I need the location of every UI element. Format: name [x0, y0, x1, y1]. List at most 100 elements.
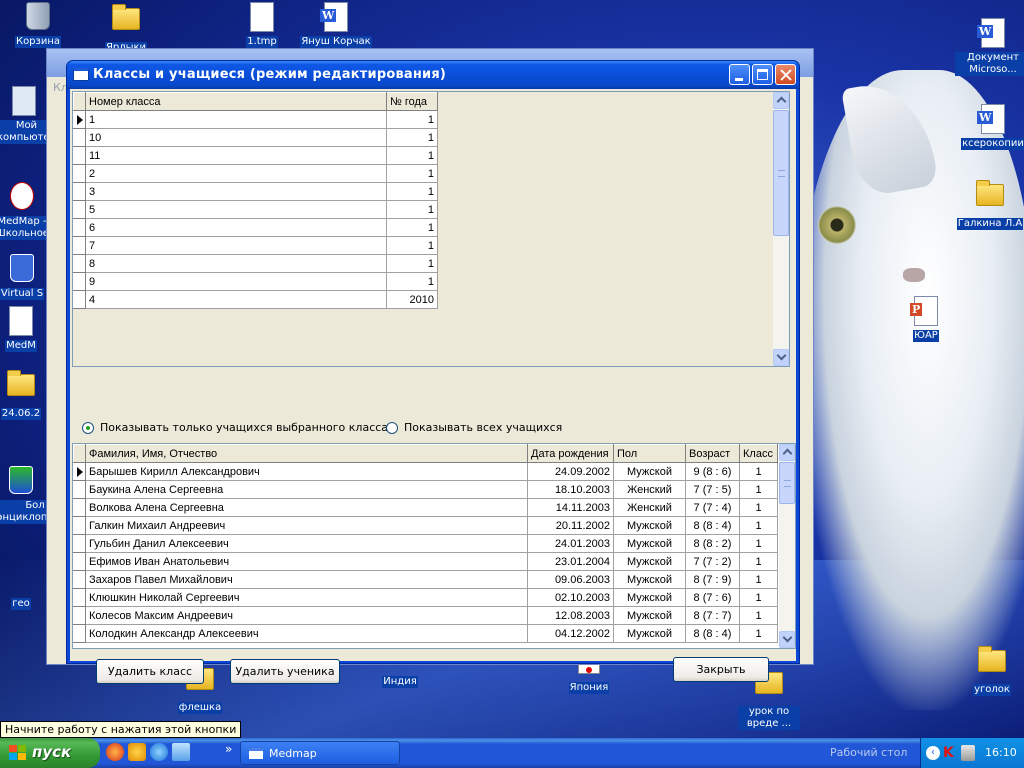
cell-year[interactable]: 1 — [386, 236, 438, 255]
cell-name[interactable]: Волкова Алена Сергеевна — [85, 498, 528, 517]
desktop-icon-india[interactable]: Индия — [362, 662, 438, 688]
cell-year[interactable]: 1 — [386, 200, 438, 219]
cell-name[interactable]: Баукина Алена Сергеевна — [85, 480, 528, 499]
classes-students-window[interactable]: Классы и учащиеся (режим редактирования)… — [66, 60, 800, 684]
cell-age[interactable]: 7 (7 : 4) — [685, 498, 740, 517]
cell-age[interactable]: 8 (8 : 2) — [685, 534, 740, 553]
desktop-icon-korczak[interactable]: W Януш Корчак — [298, 2, 374, 48]
cell-sex[interactable]: Мужской — [613, 552, 686, 571]
desktop-icon-tmp[interactable]: 1.tmp — [224, 2, 300, 48]
cell-year[interactable]: 1 — [386, 146, 438, 165]
table-row[interactable]: 10 1 — [73, 128, 438, 147]
scroll-thumb[interactable] — [773, 110, 789, 236]
cell-sex[interactable]: Мужской — [613, 606, 686, 625]
cell-name[interactable]: Галкин Михаил Андреевич — [85, 516, 528, 535]
cell-year[interactable]: 1 — [386, 182, 438, 201]
cell-class[interactable]: 1 — [739, 588, 778, 607]
tray-expand-icon[interactable]: ‹ — [926, 746, 940, 760]
cell-class-number[interactable]: 7 — [85, 236, 387, 255]
cell-class-number[interactable]: 6 — [85, 218, 387, 237]
desktop-icon-xerox[interactable]: W ксерокопии — [955, 104, 1024, 150]
cell-year[interactable]: 1 — [386, 164, 438, 183]
column-header-sex[interactable]: Пол — [613, 444, 686, 463]
table-row[interactable]: Колесов Максим Андреевич 12.08.2003 Мужско… — [73, 606, 778, 625]
table-row[interactable]: 31 — [73, 182, 438, 201]
radio-all-students[interactable]: Показывать всех учащихся — [386, 421, 562, 434]
desktop-icon-recycle-bin[interactable]: Корзина — [0, 2, 76, 48]
scroll-down-button[interactable] — [773, 349, 789, 366]
cell-birth-date[interactable]: 02.10.2003 — [527, 588, 614, 607]
cell-year[interactable]: 1 — [386, 272, 438, 291]
cell-class-number[interactable]: 2 — [85, 164, 387, 183]
radio-dot-selected[interactable] — [82, 421, 94, 434]
cell-class[interactable]: 1 — [739, 480, 778, 499]
class-grid[interactable]: Номер класса № года 11 10 1 11 1 21 31 51 … — [72, 91, 790, 367]
network-icon[interactable] — [961, 745, 975, 761]
close-button[interactable]: Закрыть — [673, 657, 769, 682]
cell-class-number[interactable]: 10 — [85, 128, 387, 147]
desktop-icon-my-computer[interactable]: Мой компьютер — [0, 86, 52, 144]
cell-year[interactable]: 1 — [386, 254, 438, 273]
window-titlebar[interactable]: Классы и учащиеся (режим редактирования) — [67, 61, 799, 89]
cell-sex[interactable]: Мужской — [613, 570, 686, 589]
minimize-button[interactable] — [729, 64, 750, 85]
cell-class-number[interactable]: 11 — [85, 146, 387, 165]
cell-class-number[interactable]: 8 — [85, 254, 387, 273]
delete-student-button[interactable]: Удалить ученика — [230, 659, 340, 684]
desktop-toolbar-label[interactable]: Рабочий стол — [830, 746, 907, 759]
cell-class[interactable]: 1 — [739, 552, 778, 571]
table-row[interactable]: Волкова Алена Сергеевна 14.11.2003 Женский… — [73, 498, 778, 517]
cell-class-number[interactable]: 3 — [85, 182, 387, 201]
cell-name[interactable]: Гульбин Данил Алексеевич — [85, 534, 528, 553]
desktop-icon-galkina[interactable]: Галкина Л.А — [952, 178, 1024, 230]
table-row[interactable]: 11 1 — [73, 146, 438, 165]
quick-launch-more-icon[interactable]: » — [225, 742, 232, 756]
cell-sex[interactable]: Мужской — [613, 516, 686, 535]
cell-class[interactable]: 1 — [739, 498, 778, 517]
cell-birth-date[interactable]: 18.10.2003 — [527, 480, 614, 499]
column-header-age[interactable]: Возраст — [685, 444, 740, 463]
table-row[interactable]: 91 — [73, 272, 438, 291]
desktop-icon-folder-date[interactable]: 24.06.2 — [0, 368, 46, 420]
table-row[interactable]: Захаров Павел Михайлович 09.06.2003 Мужско… — [73, 570, 778, 589]
table-row[interactable]: 4 2010 — [73, 290, 438, 309]
desktop-icon-ugolok[interactable]: уголок — [954, 644, 1024, 696]
cell-age[interactable]: 8 (7 : 7) — [685, 606, 740, 625]
table-row[interactable]: Колодкин Александр Алексеевич 04.12.2002 М… — [73, 624, 778, 643]
cell-name[interactable]: Ефимов Иван Анатольевич — [85, 552, 528, 571]
cell-birth-date[interactable]: 12.08.2003 — [527, 606, 614, 625]
cell-class[interactable]: 1 — [739, 606, 778, 625]
cell-name[interactable]: Захаров Павел Михайлович — [85, 570, 528, 589]
class-grid-scrollbar[interactable] — [773, 92, 789, 366]
student-grid[interactable]: Фамилия, Имя, Отчество Дата рождения Пол… — [72, 443, 796, 649]
column-header-name[interactable]: Фамилия, Имя, Отчество — [85, 444, 528, 463]
cell-name[interactable]: Колодкин Александр Алексеевич — [85, 624, 528, 643]
table-row[interactable]: Ефимов Иван Анатольевич 23.01.2004 Мужской… — [73, 552, 778, 571]
radio-dot[interactable] — [386, 421, 398, 434]
start-button[interactable]: пуск — [0, 738, 100, 768]
column-header-year[interactable]: № года — [386, 92, 438, 111]
table-row[interactable]: Клюшкин Николай Сергеевич 02.10.2003 Мужск… — [73, 588, 778, 607]
cell-age[interactable]: 8 (8 : 4) — [685, 624, 740, 643]
cell-birth-date[interactable]: 24.09.2002 — [527, 462, 614, 481]
table-row[interactable]: Баукина Алена Сергеевна 18.10.2003 Женский… — [73, 480, 778, 499]
cell-birth-date[interactable]: 24.01.2003 — [527, 534, 614, 553]
cell-birth-date[interactable]: 23.01.2004 — [527, 552, 614, 571]
table-row[interactable]: 71 — [73, 236, 438, 255]
desktop-icon-virtual[interactable]: Virtual S — [0, 254, 48, 300]
scroll-up-button[interactable] — [779, 444, 795, 461]
column-header-class-number[interactable]: Номер класса — [85, 92, 387, 111]
cell-class-number[interactable]: 5 — [85, 200, 387, 219]
cell-age[interactable]: 9 (8 : 6) — [685, 462, 740, 481]
cell-class[interactable]: 1 — [739, 534, 778, 553]
cell-year[interactable]: 1 — [386, 110, 438, 129]
cell-birth-date[interactable]: 20.11.2002 — [527, 516, 614, 535]
cell-class-number[interactable]: 1 — [85, 110, 387, 129]
cell-year[interactable]: 1 — [386, 218, 438, 237]
cell-name[interactable]: Клюшкин Николай Сергеевич — [85, 588, 528, 607]
column-header-class[interactable]: Класс — [739, 444, 778, 463]
cell-sex[interactable]: Мужской — [613, 462, 686, 481]
cell-year[interactable]: 1 — [386, 128, 438, 147]
maximize-button[interactable] — [752, 64, 773, 85]
cell-name[interactable]: Барышев Кирилл Александрович — [85, 462, 528, 481]
